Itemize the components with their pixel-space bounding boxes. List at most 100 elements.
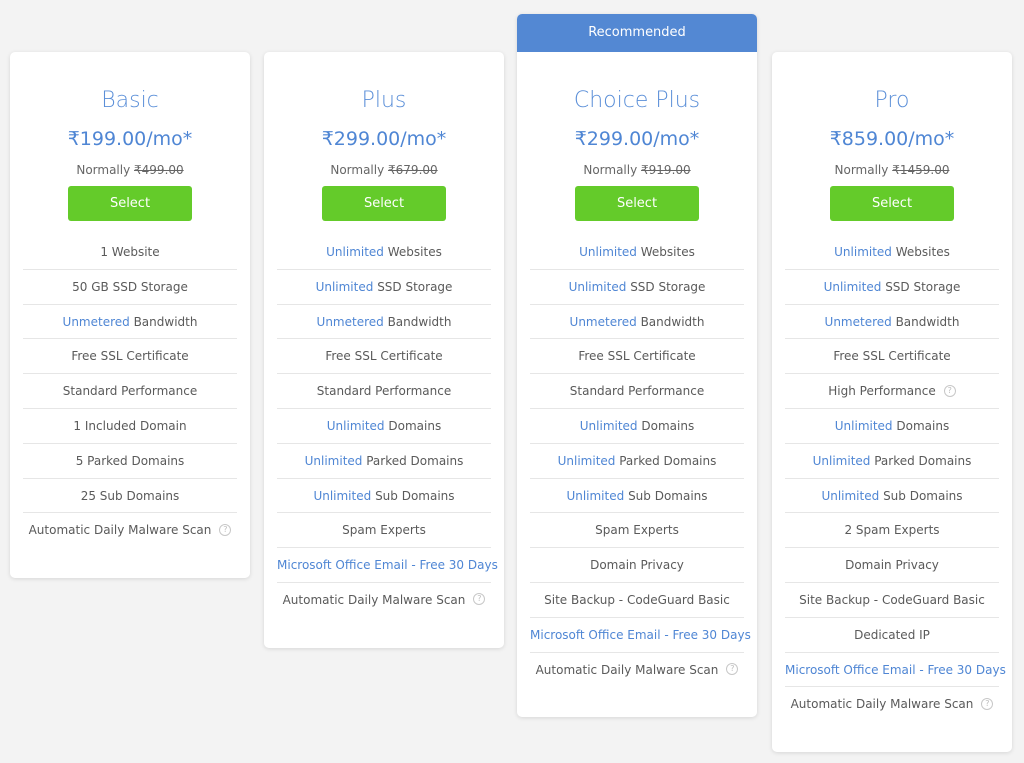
feature-item: Free SSL Certificate (23, 339, 237, 375)
feature-item: Unlimited Websites (530, 235, 744, 270)
feature-item: Domain Privacy (785, 548, 999, 583)
feature-text: Parked Domains (874, 453, 972, 468)
feature-text: 1 Included Domain (73, 418, 187, 433)
plan-price: ₹299.00/mo* (574, 128, 700, 150)
plan-name: Plus (361, 88, 407, 113)
feature-text: Sub Domains (628, 488, 708, 503)
feature-text: Automatic Daily Malware Scan (790, 697, 974, 712)
feature-item: Unlimited Parked Domains (785, 444, 999, 479)
feature-item: Unlimited Websites (277, 235, 491, 270)
feature-text: Free SSL Certificate (833, 349, 951, 364)
feature-text: 25 Sub Domains (80, 488, 180, 503)
feature-item: 1 Website (23, 235, 237, 270)
feature-highlight: Unlimited (315, 279, 374, 294)
feature-item: Unlimited SSD Storage (785, 270, 999, 305)
feature-item: 50 GB SSD Storage (23, 270, 237, 305)
feature-list: Unlimited Websites Unlimited SSD Storage U… (277, 235, 498, 618)
help-icon[interactable]: ? (473, 593, 486, 606)
feature-item: Standard Performance (530, 374, 744, 409)
feature-text: Spam Experts (595, 523, 679, 538)
feature-text: Free SSL Certificate (71, 349, 189, 364)
feature-item: 25 Sub Domains (23, 479, 237, 514)
feature-text: SSD Storage (377, 279, 453, 294)
feature-text: Bandwidth (387, 314, 452, 329)
feature-item: Automatic Daily Malware Scan? (785, 687, 999, 722)
feature-item: Unmetered Bandwidth (530, 305, 744, 340)
feature-item: Free SSL Certificate (785, 339, 999, 375)
feature-item: 2 Spam Experts (785, 513, 999, 549)
feature-text: Domain Privacy (845, 558, 939, 573)
feature-text: 1 Website (100, 245, 160, 259)
plan-card-basic: Basic ₹199.00/mo* Normally ₹499.00 Selec… (10, 52, 250, 578)
original-price: ₹919.00 (641, 163, 691, 177)
feature-text: Site Backup - CodeGuard Basic (544, 592, 730, 607)
feature-highlight: Unlimited (568, 279, 627, 294)
feature-item: Unlimited Domains (785, 409, 999, 444)
feature-text: Domains (388, 418, 442, 433)
feature-highlight: Unmetered (316, 314, 384, 329)
feature-highlight: Unlimited (313, 488, 372, 503)
feature-text: Free SSL Certificate (325, 349, 443, 364)
normal-price: Normally ₹499.00 (23, 161, 237, 179)
feature-text: Domains (896, 418, 950, 433)
feature-highlight: Unlimited (304, 453, 363, 468)
normally-label: Normally (583, 163, 638, 177)
feature-item: Unmetered Bandwidth (277, 305, 491, 340)
feature-text: Automatic Daily Malware Scan (282, 592, 466, 607)
feature-text: Sub Domains (883, 488, 963, 503)
original-price: ₹499.00 (134, 163, 184, 177)
feature-item: Unlimited SSD Storage (277, 270, 491, 305)
plan-card-plus: Plus ₹299.00/mo* Normally ₹679.00 Select… (264, 52, 504, 648)
feature-item: Standard Performance (277, 374, 491, 409)
recommended-ribbon: Recommended (517, 14, 757, 52)
normally-label: Normally (834, 163, 889, 177)
feature-text: Site Backup - CodeGuard Basic (799, 592, 985, 607)
feature-item: Unlimited Sub Domains (785, 479, 999, 514)
feature-text: Websites (895, 245, 950, 259)
normal-price: Normally ₹679.00 (277, 161, 491, 179)
feature-text: Standard Performance (316, 384, 452, 399)
plan-card-choice-plus: Recommended Choice Plus ₹299.00/mo* Norm… (517, 14, 757, 717)
feature-item: Unlimited Websites (785, 235, 999, 270)
feature-item: Free SSL Certificate (530, 339, 744, 375)
feature-item: Unmetered Bandwidth (23, 305, 237, 340)
feature-item: Unmetered Bandwidth (785, 305, 999, 340)
feature-text: Bandwidth (640, 314, 705, 329)
feature-highlight: Unlimited (812, 453, 871, 468)
help-icon[interactable]: ? (943, 384, 956, 397)
feature-item: Site Backup - CodeGuard Basic (785, 583, 999, 618)
plan-price: ₹299.00/mo* (321, 128, 447, 150)
feature-text: Parked Domains (366, 453, 464, 468)
feature-item: Microsoft Office Email - Free 30 Days (785, 653, 1006, 688)
feature-item: Unlimited Domains (277, 409, 491, 444)
help-icon[interactable]: ? (726, 663, 739, 676)
help-icon[interactable]: ? (219, 523, 232, 536)
feature-text: Websites (387, 245, 442, 259)
select-basic-button[interactable]: Select (68, 186, 192, 221)
original-price: ₹679.00 (388, 163, 438, 177)
feature-list: Unlimited Websites Unlimited SSD Storage U… (785, 235, 1006, 722)
feature-highlight: Unlimited (823, 279, 882, 294)
feature-item: Unlimited Sub Domains (277, 479, 491, 514)
feature-item: Free SSL Certificate (277, 339, 491, 375)
feature-highlight: Unlimited (557, 453, 616, 468)
feature-item: Unlimited Domains (530, 409, 744, 444)
select-choice-plus-button[interactable]: Select (575, 186, 699, 221)
feature-item: Domain Privacy (530, 548, 744, 583)
feature-text: Automatic Daily Malware Scan (28, 523, 212, 538)
feature-list: Unlimited Websites Unlimited SSD Storage U… (530, 235, 751, 687)
feature-item: Unlimited Parked Domains (277, 444, 491, 479)
feature-highlight: Unlimited (566, 488, 625, 503)
feature-highlight: Unlimited (326, 418, 385, 433)
select-plus-button[interactable]: Select (322, 186, 446, 221)
feature-highlight: Microsoft Office Email - Free 30 Days (785, 662, 1006, 677)
feature-item: Dedicated IP (785, 618, 999, 653)
feature-text: Domains (641, 418, 695, 433)
feature-text: Domain Privacy (590, 558, 684, 573)
help-icon[interactable]: ? (981, 697, 994, 710)
feature-text: 50 GB SSD Storage (72, 279, 188, 294)
select-pro-button[interactable]: Select (830, 186, 954, 221)
feature-item: Unlimited Parked Domains (530, 444, 744, 479)
feature-item: Automatic Daily Malware Scan? (277, 583, 491, 618)
feature-text: SSD Storage (630, 279, 706, 294)
